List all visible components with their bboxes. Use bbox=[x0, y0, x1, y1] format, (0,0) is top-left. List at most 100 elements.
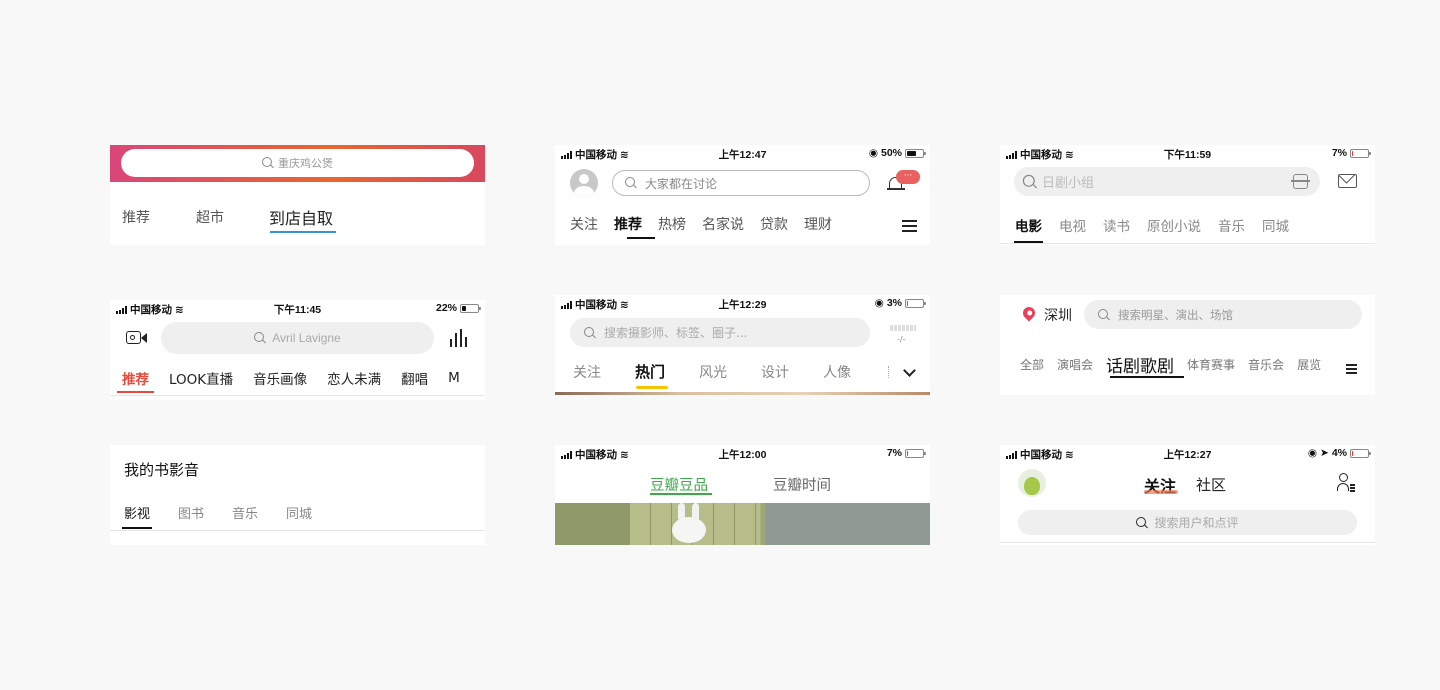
tab-music[interactable]: 音乐 bbox=[232, 503, 258, 522]
user-list-icon[interactable] bbox=[1337, 473, 1355, 491]
tab-community[interactable]: 社区 bbox=[1196, 474, 1226, 495]
tab-underline bbox=[122, 527, 152, 529]
card-meituan: 重庆鸡公煲 推荐 超市 到店自取 bbox=[110, 145, 485, 245]
divider bbox=[1000, 542, 1375, 543]
tab-portrait[interactable]: 人像 bbox=[823, 362, 851, 382]
avatar-icon[interactable] bbox=[570, 169, 598, 197]
tab-recommend[interactable]: 推荐 bbox=[122, 207, 150, 227]
city-label[interactable]: 深圳 bbox=[1044, 305, 1072, 325]
search-icon bbox=[584, 326, 596, 339]
side-label: -/- bbox=[897, 335, 906, 344]
tab-recommend[interactable]: 推荐 bbox=[122, 368, 149, 388]
search-input[interactable]: 重庆鸡公煲 bbox=[121, 149, 474, 177]
tab-douban-products[interactable]: 豆瓣豆品 bbox=[650, 474, 708, 495]
status-bar: 中国移动 ≋ 上午12:00 7% bbox=[555, 445, 930, 461]
search-icon bbox=[262, 157, 274, 169]
status-bar: 中国移动 ≋ 上午12:47 ◉ 50% bbox=[555, 145, 930, 161]
lock-icon: ◉ bbox=[874, 297, 884, 309]
tab-more[interactable]: M bbox=[448, 370, 460, 386]
avatar-icon[interactable] bbox=[1018, 469, 1046, 497]
location-pin-icon[interactable] bbox=[1020, 304, 1038, 322]
tab-covers[interactable]: 翻唱 bbox=[401, 368, 428, 388]
tab-underline bbox=[627, 237, 655, 239]
tab-lovers[interactable]: 恋人未满 bbox=[327, 368, 381, 388]
tab-hot[interactable]: 热榜 bbox=[658, 214, 686, 234]
scan-icon[interactable] bbox=[1291, 174, 1310, 189]
tab-film[interactable]: 影视 bbox=[124, 503, 150, 522]
tab-recommend[interactable]: 推荐 bbox=[614, 214, 642, 234]
lock-icon: ◉ bbox=[868, 147, 878, 159]
camera-icon[interactable] bbox=[126, 330, 148, 346]
tab-design[interactable]: 设计 bbox=[761, 362, 789, 382]
tab-underline bbox=[650, 493, 712, 495]
search-input[interactable]: Avril Lavigne bbox=[161, 322, 434, 354]
banner-image[interactable] bbox=[555, 503, 930, 545]
notification-badge: ··· bbox=[896, 170, 920, 184]
card-photo: 中国移动 ≋ 上午12:29 ◉ 3% 搜索摄影师、标签、圈子... -/- 关注 … bbox=[555, 295, 930, 395]
tab-finance[interactable]: 理财 bbox=[804, 214, 832, 234]
tab-loans[interactable]: 贷款 bbox=[760, 214, 788, 234]
search-input[interactable]: 搜索摄影师、标签、圈子... bbox=[570, 318, 870, 347]
tab-tv[interactable]: 电视 bbox=[1059, 215, 1086, 235]
tab-bar: 影视 图书 音乐 同城 bbox=[124, 503, 312, 522]
tab-underline bbox=[117, 391, 154, 393]
tab-hot[interactable]: 热门 bbox=[635, 361, 665, 382]
tab-music[interactable]: 音乐 bbox=[1218, 215, 1245, 235]
tab-local[interactable]: 同城 bbox=[1262, 215, 1289, 235]
tab-look-live[interactable]: LOOK直播 bbox=[169, 368, 233, 388]
search-input[interactable]: 日剧小组 bbox=[1014, 167, 1320, 196]
equalizer-icon[interactable] bbox=[450, 329, 470, 347]
battery-icon bbox=[905, 448, 926, 458]
page-title: 我的书影音 bbox=[124, 461, 200, 479]
status-bar: 中国移动 ≋ 上午12:29 ◉ 3% bbox=[555, 295, 930, 311]
tab-concert[interactable]: 演唱会 bbox=[1057, 356, 1093, 373]
mail-icon[interactable] bbox=[1338, 174, 1357, 188]
tab-bar: 关注 推荐 热榜 名家说 贷款 理财 bbox=[570, 214, 832, 234]
search-icon bbox=[1098, 308, 1110, 321]
tab-sports[interactable]: 体育赛事 bbox=[1187, 356, 1235, 373]
search-input[interactable]: 大家都在讨论 bbox=[612, 170, 870, 196]
tab-underline bbox=[1110, 376, 1184, 378]
search-input[interactable]: 搜索用户和点评 bbox=[1018, 510, 1357, 535]
tab-landscape[interactable]: 风光 bbox=[699, 362, 727, 382]
tab-pickup[interactable]: 到店自取 bbox=[269, 205, 333, 229]
card-douban-movie: 中国移动 ≋ 下午11:59 7% 日剧小组 电影 电视 读书 原创小说 音乐 同… bbox=[1000, 145, 1375, 245]
status-bar: 中国移动 ≋ 下午11:45 22% bbox=[110, 300, 485, 316]
card-news: 中国移动 ≋ 上午12:47 ◉ 50% 大家都在讨论 ··· 关注 推荐 热榜 名… bbox=[555, 145, 930, 245]
tab-classical[interactable]: 音乐会 bbox=[1248, 356, 1284, 373]
divider bbox=[1000, 243, 1375, 244]
divider bbox=[110, 530, 485, 531]
menu-icon[interactable] bbox=[1346, 359, 1357, 378]
card-tickets: 深圳 搜索明星、演出、场馆 全部 演唱会 话剧歌剧 体育赛事 音乐会 展览 bbox=[1000, 295, 1375, 395]
tab-follow[interactable]: 关注 bbox=[573, 362, 601, 382]
tab-experts[interactable]: 名家说 bbox=[702, 214, 744, 234]
menu-icon[interactable] bbox=[902, 217, 917, 236]
tab-novels[interactable]: 原创小说 bbox=[1147, 215, 1201, 235]
grid-icon[interactable] bbox=[890, 325, 916, 331]
tab-books[interactable]: 图书 bbox=[178, 503, 204, 522]
tab-music-portrait[interactable]: 音乐画像 bbox=[253, 368, 307, 388]
battery-icon bbox=[1350, 448, 1371, 458]
card-douban-market: 中国移动 ≋ 上午12:00 7% 豆瓣豆品 豆瓣时间 bbox=[555, 445, 930, 545]
tab-bar: 推荐 超市 到店自取 bbox=[122, 205, 333, 229]
tab-local[interactable]: 同城 bbox=[286, 503, 312, 522]
tab-follow[interactable]: 关注 bbox=[570, 214, 598, 234]
location-arrow-icon: ➤ bbox=[1320, 447, 1329, 459]
tab-bar: 全部 演唱会 话剧歌剧 体育赛事 音乐会 展览 bbox=[1020, 352, 1321, 377]
battery-icon bbox=[460, 303, 481, 313]
bunny-toy bbox=[672, 503, 710, 543]
card-community: 中国移动 ≋ 上午12:27 ◉ ➤ 4% 关注 社区 搜索用户和点评 bbox=[1000, 445, 1375, 545]
card-netease-music: 中国移动 ≋ 下午11:45 22% Avril Lavigne 推荐 LOOK直… bbox=[110, 300, 485, 400]
search-input[interactable]: 搜索明星、演出、场馆 bbox=[1084, 300, 1362, 329]
search-icon bbox=[254, 332, 266, 344]
tab-drama[interactable]: 话剧歌剧 bbox=[1106, 352, 1174, 377]
tab-books[interactable]: 读书 bbox=[1103, 215, 1130, 235]
tab-movie[interactable]: 电影 bbox=[1015, 215, 1042, 235]
chevron-down-icon[interactable] bbox=[903, 364, 916, 377]
tab-separator bbox=[888, 366, 889, 378]
tab-all[interactable]: 全部 bbox=[1020, 356, 1044, 373]
tab-underline bbox=[636, 386, 668, 389]
tab-supermarket[interactable]: 超市 bbox=[196, 207, 224, 227]
lock-icon: ◉ bbox=[1307, 447, 1317, 459]
tab-douban-time[interactable]: 豆瓣时间 bbox=[773, 474, 831, 495]
